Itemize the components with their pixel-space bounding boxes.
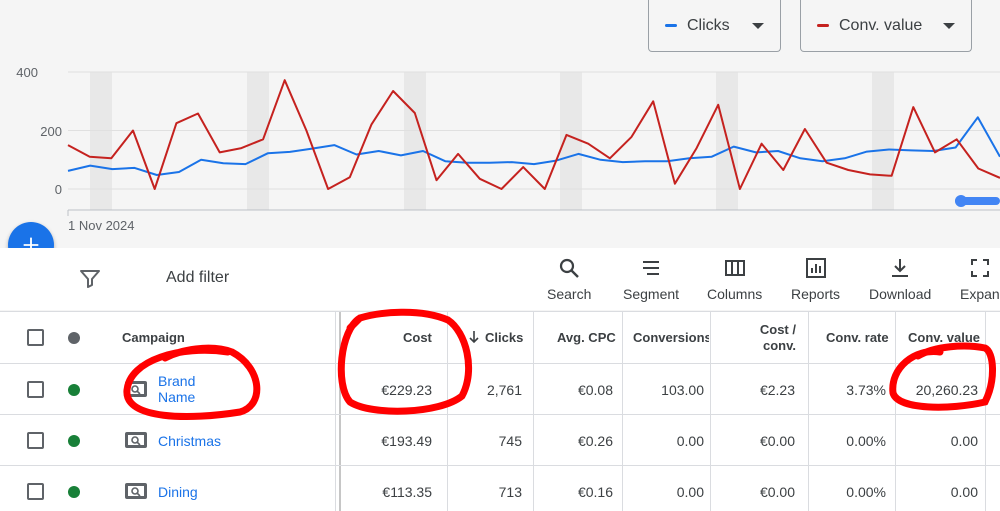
clicks-header[interactable]: Clicks: [485, 330, 523, 345]
conv-value-header[interactable]: Conv. value: [908, 330, 980, 345]
row-checkbox[interactable]: [27, 432, 44, 449]
clicks-cell: 713: [498, 484, 522, 500]
segment-icon: [643, 261, 660, 275]
expand-button-label: Expan: [960, 286, 1000, 302]
row-checkbox[interactable]: [27, 483, 44, 500]
y-tick-0: 0: [55, 182, 62, 197]
cost-per-conv-header[interactable]: Cost / conv.: [740, 322, 796, 354]
status-enabled-dot: [68, 384, 80, 396]
avg-cpc-cell: €0.16: [577, 484, 613, 500]
download-button-label: Download: [869, 286, 932, 302]
cost-cell: €113.35: [382, 484, 432, 500]
clicks-metric-label: Clicks: [687, 16, 730, 34]
search-campaign-icon: [125, 483, 147, 499]
chevron-down-icon: [943, 22, 955, 29]
expand-button[interactable]: Expan: [960, 256, 1000, 302]
reports-button[interactable]: Reports: [791, 256, 840, 302]
reports-button-label: Reports: [791, 286, 841, 302]
clicks-legend-dash: [665, 24, 677, 27]
conv-value-metric-label: Conv. value: [839, 16, 923, 34]
table-row[interactable]: Dining €113.35 713 €0.16 0.00 €0.00 0.00…: [0, 466, 1000, 511]
cost-header[interactable]: Cost: [403, 330, 432, 345]
clicks-series-line: [67, 116, 1000, 176]
conv-rate-header[interactable]: Conv. rate: [826, 330, 889, 345]
cost-cell: €229.23: [381, 382, 432, 398]
conversions-header[interactable]: Conversions: [633, 330, 709, 345]
reports-icon: [805, 258, 826, 278]
conv-value-cell: 0.00: [950, 433, 978, 449]
status-enabled-dot: [68, 486, 80, 498]
campaign-header[interactable]: Campaign: [122, 330, 185, 345]
sort-arrow-icon: [469, 331, 479, 344]
conversions-cell: 0.00: [676, 433, 704, 449]
select-all-checkbox[interactable]: [27, 329, 44, 346]
conversions-cell: 103.00: [661, 382, 704, 398]
search-campaign-icon: [125, 432, 147, 448]
y-tick-400: 400: [16, 65, 38, 80]
cost-cell: €193.49: [381, 433, 432, 449]
cost-per-conv-cell: €0.00: [759, 484, 795, 500]
avg-cpc-cell: €0.08: [577, 382, 613, 398]
clicks-cell: 745: [498, 433, 522, 449]
search-button-label: Search: [547, 286, 592, 302]
columns-button[interactable]: Columns: [707, 256, 762, 302]
columns-icon: [724, 260, 745, 276]
add-filter-button[interactable]: Add filter: [166, 269, 229, 287]
expand-icon: [970, 259, 989, 277]
table-header-row: Campaign Cost Clicks Avg. CPC Conversion…: [0, 312, 1000, 364]
status-enabled-dot: [68, 435, 80, 447]
avg-cpc-header[interactable]: Avg. CPC: [557, 330, 616, 345]
segment-button-label: Segment: [623, 286, 680, 302]
y-tick-200: 200: [40, 124, 62, 139]
performance-chart: 400 200 0 1 Nov 2024: [16, 65, 1000, 233]
x-start-label: 1 Nov 2024: [68, 218, 135, 233]
campaign-table: Campaign Cost Clicks Avg. CPC Conversion…: [0, 311, 1000, 511]
table-row[interactable]: Christmas €193.49 745 €0.26 0.00 €0.00 0…: [0, 415, 1000, 466]
conv-rate-cell: 3.73%: [846, 382, 886, 398]
clicks-cell: 2,761: [486, 382, 522, 398]
avg-cpc-cell: €0.26: [577, 433, 613, 449]
conv-rate-cell: 0.00%: [846, 433, 886, 449]
conv-rate-cell: 0.00%: [846, 484, 886, 500]
chart-scroll-knob[interactable]: [955, 195, 967, 207]
status-header-dot: [68, 332, 80, 344]
conv-value-series-line: [67, 79, 1000, 190]
clicks-metric-dropdown[interactable]: Clicks: [648, 0, 781, 52]
conv-value-metric-dropdown[interactable]: Conv. value: [800, 0, 972, 52]
conv-value-legend-dash: [817, 24, 829, 27]
table-toolbar: Add filter Search Segment Columns Report…: [0, 248, 1000, 310]
cost-per-conv-cell: €0.00: [759, 433, 795, 449]
table-row[interactable]: Brand Name €229.23 2,761 €0.08 103.00 €2…: [0, 364, 1000, 415]
campaign-link[interactable]: Brand Name: [158, 373, 195, 405]
campaign-link[interactable]: Dining: [158, 484, 198, 500]
columns-button-label: Columns: [707, 286, 763, 302]
conv-value-cell: 20,260.23: [915, 382, 978, 398]
cost-per-conv-header-line1: Cost /: [759, 322, 796, 337]
search-button[interactable]: Search: [547, 256, 591, 302]
search-icon: [560, 258, 580, 278]
chevron-down-icon: [752, 22, 764, 29]
download-icon: [892, 259, 909, 277]
cost-per-conv-cell: €2.23: [759, 382, 795, 398]
campaign-name-line1: Brand: [158, 373, 196, 389]
cost-per-conv-header-line2: conv.: [763, 338, 796, 353]
filter-icon[interactable]: [78, 266, 102, 290]
campaign-link[interactable]: Christmas: [158, 433, 221, 449]
conversions-cell: 0.00: [676, 484, 704, 500]
download-button[interactable]: Download: [869, 256, 931, 302]
campaign-name-line2: Name: [158, 389, 196, 405]
segment-button[interactable]: Segment: [623, 256, 679, 302]
search-campaign-icon: [125, 381, 147, 397]
row-checkbox[interactable]: [27, 381, 44, 398]
conv-value-cell: 0.00: [950, 484, 978, 500]
